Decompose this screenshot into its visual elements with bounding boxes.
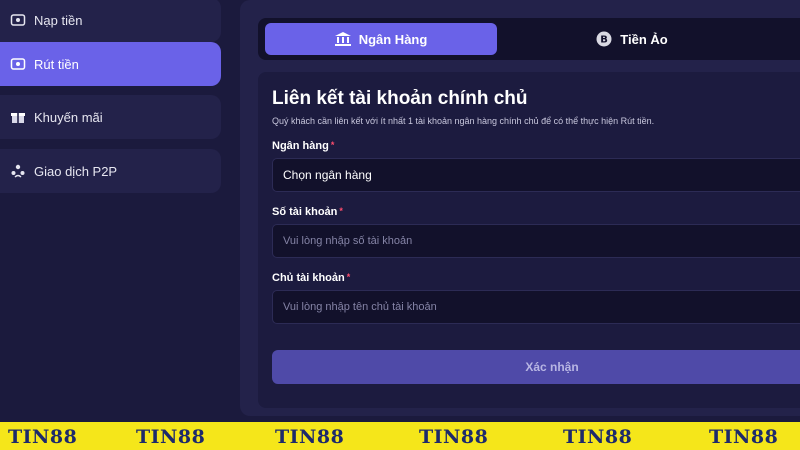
form-title: Liên kết tài khoản chính chủ xyxy=(272,88,528,109)
link-account-form: Liên kết tài khoản chính chủ Quý khách c… xyxy=(258,72,800,408)
tab-label: Ngân Hàng xyxy=(358,31,428,47)
withdraw-icon xyxy=(10,56,26,72)
watermark-band: TIN88 TIN88 TIN88 TIN88 TIN88 TIN88 xyxy=(0,422,800,450)
sidebar-item-label: Rút tiền xyxy=(34,56,79,72)
account-number-label-text: Số tài khoản xyxy=(272,206,338,218)
watermark-text: TIN88 xyxy=(136,426,206,448)
account-number-field xyxy=(272,224,800,258)
sidebar: Nạp tiền Rút tiền Khuyến mãi Giao dịch P… xyxy=(0,0,222,422)
sidebar-item-label: Giao dịch P2P xyxy=(34,163,118,179)
watermark-text: TIN88 xyxy=(8,426,78,448)
bank-select-value: Chọn ngân hàng xyxy=(283,168,372,182)
confirm-button[interactable]: Xác nhận xyxy=(272,350,800,384)
account-holder-field xyxy=(272,290,800,324)
withdraw-panel: Ngân Hàng B Tiền Ảo Liên kết tài khoản c… xyxy=(240,0,800,416)
account-holder-label: Chủ tài khoản * xyxy=(272,272,350,284)
watermark-text: TIN88 xyxy=(419,426,489,448)
gift-icon xyxy=(10,109,26,125)
account-number-label: Số tài khoản * xyxy=(272,206,343,218)
deposit-icon xyxy=(10,12,26,28)
bank-select[interactable]: Chọn ngân hàng xyxy=(272,158,800,192)
sidebar-item-p2p[interactable]: Giao dịch P2P xyxy=(0,149,221,193)
sidebar-item-promotions[interactable]: Khuyến mãi xyxy=(0,95,221,139)
bank-label-text: Ngân hàng xyxy=(272,140,329,152)
tab-crypto[interactable]: B Tiền Ảo xyxy=(516,23,748,55)
watermark-text: TIN88 xyxy=(563,426,633,448)
account-holder-label-text: Chủ tài khoản xyxy=(272,272,345,284)
watermark-text: TIN88 xyxy=(709,426,779,448)
required-mark: * xyxy=(346,272,351,282)
p2p-icon xyxy=(10,163,26,179)
required-mark: * xyxy=(339,206,343,216)
account-holder-input[interactable] xyxy=(283,291,800,323)
svg-text:B: B xyxy=(600,35,608,46)
method-tabs: Ngân Hàng B Tiền Ảo xyxy=(258,18,800,60)
tab-label: Tiền Ảo xyxy=(620,31,668,47)
bank-icon xyxy=(334,32,351,46)
account-number-input[interactable] xyxy=(283,225,800,257)
sidebar-item-withdraw[interactable]: Rút tiền xyxy=(0,42,221,86)
watermark-text: TIN88 xyxy=(275,426,345,448)
sidebar-item-deposit[interactable]: Nạp tiền xyxy=(0,0,221,42)
required-mark: * xyxy=(330,140,335,150)
sidebar-item-label: Khuyến mãi xyxy=(34,109,103,125)
bitcoin-icon: B xyxy=(596,31,612,47)
form-subtitle: Quý khách cần liên kết với ít nhất 1 tài… xyxy=(272,116,655,126)
sidebar-item-label: Nạp tiền xyxy=(34,12,83,28)
bank-label: Ngân hàng * xyxy=(272,140,334,152)
tab-bank[interactable]: Ngân Hàng xyxy=(265,23,497,55)
